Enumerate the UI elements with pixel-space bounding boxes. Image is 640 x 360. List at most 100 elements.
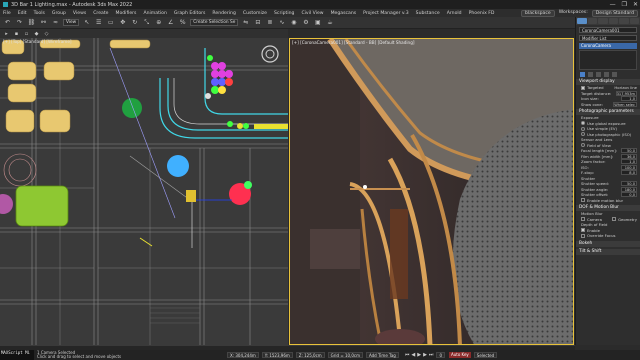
create-tab-icon[interactable] bbox=[577, 18, 587, 24]
display-tab-icon[interactable] bbox=[619, 18, 629, 24]
goto-end-icon[interactable]: ⏭ bbox=[429, 352, 434, 358]
angle-snap-icon[interactable]: ∠ bbox=[166, 19, 175, 27]
menu-graph-editors[interactable]: Graph Editors bbox=[174, 11, 206, 16]
shutter-offset-spinner[interactable]: 0,0 bbox=[621, 192, 637, 198]
icon-size-spinner[interactable]: 1,0 bbox=[621, 96, 637, 102]
override-focus-checkbox[interactable] bbox=[581, 233, 585, 238]
menu-scripting[interactable]: Scripting bbox=[274, 11, 294, 16]
menu-create[interactable]: Create bbox=[93, 11, 108, 16]
play-icon[interactable]: ▶ bbox=[417, 352, 421, 358]
prev-frame-icon[interactable]: ◀ bbox=[411, 352, 415, 358]
user-account[interactable]: blackspace bbox=[521, 10, 555, 17]
modifier-stack-item[interactable]: CoronaCamera bbox=[579, 43, 637, 49]
modifier-stack[interactable] bbox=[579, 50, 637, 70]
shutter-angle-spinner[interactable]: 180,0 bbox=[621, 186, 637, 192]
render-setup-icon[interactable]: ⚙ bbox=[301, 19, 310, 27]
make-unique-icon[interactable] bbox=[596, 72, 601, 77]
maxscript-listener[interactable]: MAXScript Mi bbox=[0, 350, 34, 360]
geometry-blur-checkbox[interactable] bbox=[612, 217, 617, 222]
render-frame-icon[interactable]: ▣ bbox=[313, 19, 322, 27]
snap-icon[interactable]: ⊕ bbox=[154, 19, 163, 27]
zoom-factor-spinner[interactable]: 1,0 bbox=[621, 159, 637, 165]
motion-tab-icon[interactable] bbox=[608, 18, 618, 24]
z-coordinate[interactable]: Z: 125,0cm bbox=[295, 352, 325, 358]
ribbon-icon-4[interactable]: ◆ bbox=[33, 30, 40, 38]
menu-edit[interactable]: Edit bbox=[18, 11, 27, 16]
global-exposure-radio[interactable] bbox=[581, 121, 585, 126]
modify-tab-icon[interactable] bbox=[587, 18, 597, 24]
modifier-list-dropdown[interactable]: Modifier List bbox=[579, 35, 637, 41]
focal-length-spinner[interactable]: 50,0 bbox=[621, 148, 637, 154]
menu-substance[interactable]: Substance bbox=[416, 11, 440, 16]
menu-modifiers[interactable]: Modifiers bbox=[115, 11, 136, 16]
horizon-line-label[interactable]: Horizon line bbox=[614, 85, 637, 90]
menu-phoenix-fd[interactable]: Phoenix FD bbox=[469, 11, 495, 16]
dof-enable-checkbox[interactable] bbox=[581, 228, 585, 233]
menu-file[interactable]: File bbox=[3, 11, 11, 16]
menu-customize[interactable]: Customize bbox=[243, 11, 267, 16]
rect-select-icon[interactable]: ▭ bbox=[106, 19, 115, 27]
select-icon[interactable]: ↖ bbox=[82, 19, 91, 27]
section-bokeh[interactable]: Bokeh bbox=[576, 240, 640, 247]
section-photographic[interactable]: Photographic parameters bbox=[576, 109, 640, 115]
ribbon-icon-2[interactable]: ▪ bbox=[13, 30, 20, 38]
camera-viewport-label[interactable]: [+] [CoronaCamera001] [Standard - BB] [D… bbox=[292, 40, 415, 45]
menu-civil-view[interactable]: Civil View bbox=[301, 11, 323, 16]
targeted-checkbox[interactable] bbox=[581, 85, 585, 90]
section-tilt-shift[interactable]: Tilt & Shift bbox=[576, 248, 640, 255]
photographic-iso-radio[interactable] bbox=[581, 132, 585, 137]
menu-project-manager[interactable]: Project Manager v.3 bbox=[363, 11, 409, 16]
minimize-button[interactable]: — bbox=[610, 1, 616, 8]
next-frame-icon[interactable]: ▶ bbox=[423, 352, 427, 358]
camera-blur-checkbox[interactable] bbox=[581, 217, 585, 222]
ribbon-icon-3[interactable]: ▫ bbox=[23, 30, 30, 38]
select-name-icon[interactable]: ☰ bbox=[94, 19, 103, 27]
menu-tools[interactable]: Tools bbox=[34, 11, 45, 16]
menu-animation[interactable]: Animation bbox=[143, 11, 166, 16]
iso-spinner[interactable]: 100,0 bbox=[621, 164, 637, 170]
auto-key-button[interactable]: Auto Key bbox=[448, 352, 471, 358]
photographic-iso-row[interactable]: Use photographic (ISO) bbox=[576, 132, 640, 138]
top-viewport[interactable]: [+] [Top] [Standard] [Wireframe] bbox=[0, 38, 288, 345]
scale-icon[interactable]: ⤡ bbox=[142, 19, 151, 27]
current-frame-field[interactable]: 0 bbox=[436, 352, 445, 358]
menu-arnold[interactable]: Arnold bbox=[447, 11, 462, 16]
shutter-speed-spinner[interactable]: 50,0 bbox=[621, 181, 637, 187]
selection-set-dropdown[interactable]: Create Selection Se bbox=[190, 19, 239, 26]
redo-icon[interactable]: ↷ bbox=[15, 19, 24, 27]
show-end-result-icon[interactable] bbox=[588, 72, 593, 77]
mirror-icon[interactable]: ⇋ bbox=[241, 19, 250, 27]
x-coordinate[interactable]: X: 304,244m bbox=[227, 352, 259, 358]
percent-snap-icon[interactable]: % bbox=[178, 19, 187, 27]
camera-viewport[interactable]: [+] [CoronaCamera001] [Standard - BB] [D… bbox=[289, 38, 574, 345]
motion-blur-row[interactable]: Enable motion blur bbox=[576, 198, 640, 204]
show-cone-dropdown[interactable]: When selec bbox=[613, 101, 637, 107]
unlink-icon[interactable]: ⚯ bbox=[39, 19, 48, 27]
layer-icon[interactable]: ≣ bbox=[265, 19, 274, 27]
remove-modifier-icon[interactable] bbox=[604, 72, 609, 77]
top-viewport-label[interactable]: [+] [Top] [Standard] [Wireframe] bbox=[3, 39, 72, 44]
curve-editor-icon[interactable]: ∿ bbox=[277, 19, 286, 27]
fstop-spinner[interactable]: 8,0 bbox=[621, 170, 637, 176]
y-coordinate[interactable]: Y: 1523,96m bbox=[261, 352, 293, 358]
menu-views[interactable]: Views bbox=[73, 11, 86, 16]
hierarchy-tab-icon[interactable] bbox=[598, 18, 608, 24]
menu-group[interactable]: Group bbox=[52, 11, 66, 16]
maximize-button[interactable]: ❐ bbox=[622, 1, 627, 8]
simple-ev-radio[interactable] bbox=[581, 126, 585, 131]
add-time-tag[interactable]: Add Time Tag bbox=[365, 352, 399, 358]
fov-radio[interactable] bbox=[581, 143, 585, 148]
undo-icon[interactable]: ↶ bbox=[3, 19, 12, 27]
workspace-dropdown[interactable]: Design Standard bbox=[591, 10, 638, 17]
menu-rendering[interactable]: Rendering bbox=[212, 11, 235, 16]
rotate-icon[interactable]: ↻ bbox=[130, 19, 139, 27]
goto-start-icon[interactable]: ⏮ bbox=[405, 352, 410, 358]
ribbon-icon-1[interactable]: ▸ bbox=[3, 30, 10, 38]
object-name-field[interactable]: CoronaCamera001 bbox=[579, 27, 637, 33]
align-icon[interactable]: ⊟ bbox=[253, 19, 262, 27]
move-icon[interactable]: ✥ bbox=[118, 19, 127, 27]
override-focus-row[interactable]: Override Focus bbox=[576, 233, 640, 239]
menu-megascans[interactable]: Megascans bbox=[331, 11, 357, 16]
bind-icon[interactable]: ≈ bbox=[51, 19, 60, 27]
link-icon[interactable]: ⛓ bbox=[27, 19, 36, 27]
